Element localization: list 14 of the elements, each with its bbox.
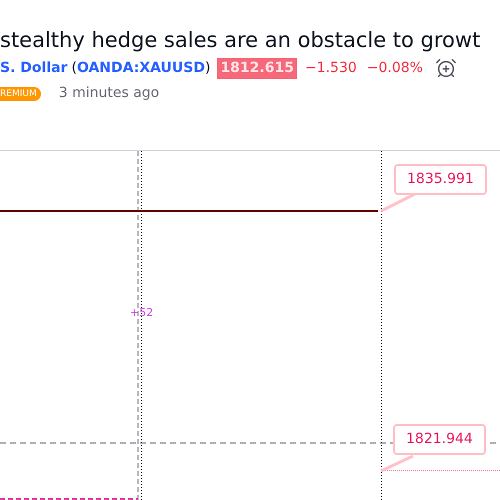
symbol-ticker[interactable]: OANDA:XAUUSD xyxy=(76,58,205,78)
premium-badge: REMIUM xyxy=(0,86,41,100)
bracket: ) xyxy=(204,58,210,78)
price-callout: 1821.944 xyxy=(393,424,486,455)
symbol-name[interactable]: S. Dollar xyxy=(0,58,68,78)
bar-count-label: +52 xyxy=(130,305,154,321)
bracket: ( xyxy=(71,58,77,78)
price-change: −1.530 xyxy=(304,58,357,78)
add-alert-icon[interactable] xyxy=(434,57,457,79)
timestamp: 3 minutes ago xyxy=(58,84,160,103)
price-badge: 1812.615 xyxy=(217,58,297,78)
price-change-percent: −0.08% xyxy=(366,58,423,78)
headline: stealthy hedge sales are an obstacle to growt xyxy=(0,27,482,54)
price-callout: 1835.991 xyxy=(394,164,487,195)
